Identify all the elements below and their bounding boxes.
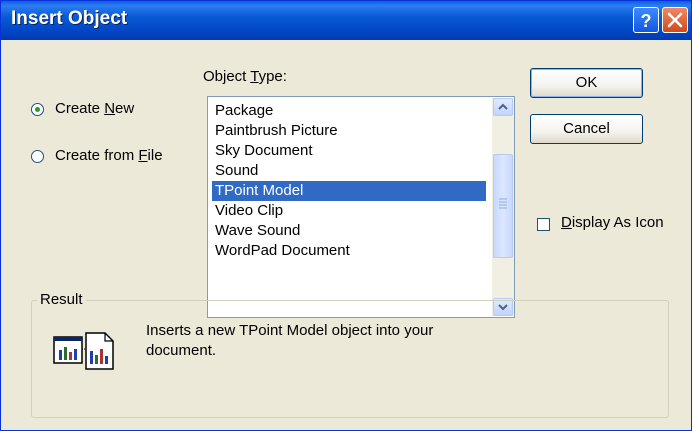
display-as-icon-label[interactable]: Display As Icon (561, 214, 664, 231)
display-as-icon-checkbox[interactable] (537, 218, 550, 231)
close-x-icon (667, 12, 683, 28)
scroll-thumb[interactable] (493, 154, 513, 258)
cancel-button[interactable]: Cancel (530, 114, 643, 144)
object-type-list[interactable]: Package Paintbrush Picture Sky Document … (207, 96, 515, 318)
chevron-up-icon (498, 103, 508, 110)
scroll-up-button[interactable] (493, 98, 513, 116)
object-type-label: Object Type: (203, 68, 287, 85)
ok-button[interactable]: OK (530, 68, 643, 98)
svg-text:?: ? (641, 11, 652, 31)
insert-object-dialog: Insert Object ? Create New Create from F… (0, 0, 692, 431)
close-button[interactable] (662, 7, 688, 33)
create-new-label[interactable]: Create New (55, 100, 134, 117)
list-item[interactable]: Wave Sound (212, 221, 486, 241)
list-item[interactable]: Video Clip (212, 201, 486, 221)
thumb-grip-icon (499, 198, 507, 209)
list-item[interactable]: Sound (212, 161, 486, 181)
list-scrollbar[interactable] (492, 98, 514, 316)
list-item[interactable]: Sky Document (212, 141, 486, 161)
list-item[interactable]: Package (212, 101, 486, 121)
title-bar[interactable]: Insert Object ? (1, 1, 691, 40)
create-from-file-label[interactable]: Create from File (55, 147, 163, 164)
create-new-radio[interactable] (31, 103, 44, 116)
question-mark-icon: ? (641, 11, 652, 31)
create-from-file-radio[interactable] (31, 150, 44, 163)
result-description: Inserts a new TPoint Model object into y… (146, 322, 434, 359)
result-group-title: Result (37, 291, 86, 308)
list-item[interactable]: Paintbrush Picture (212, 121, 486, 141)
tpoint-model-object-icon (53, 332, 114, 370)
list-item-selected[interactable]: TPoint Model (212, 181, 486, 201)
dialog-title: Insert Object (11, 8, 128, 29)
dialog-body: Create New Create from File Object Type:… (4, 40, 689, 428)
help-button[interactable]: ? (633, 7, 659, 33)
list-item[interactable]: WordPad Document (212, 241, 486, 261)
